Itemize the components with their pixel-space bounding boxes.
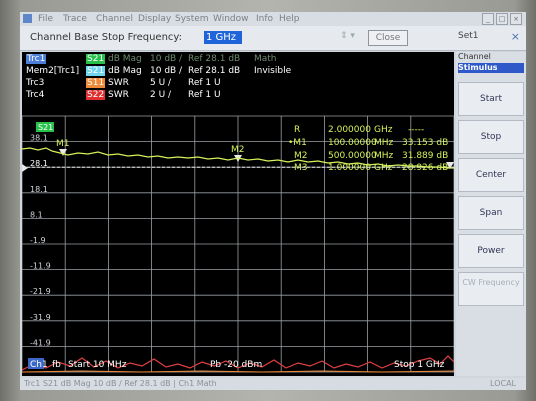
app-icon	[23, 14, 32, 23]
plot-grid[interactable]: 38.128.118.18.1-1.9-11.9-21.9-31.9-41.9 …	[22, 52, 454, 376]
fb-label: fb	[52, 360, 61, 370]
power-softkey[interactable]: Power	[458, 234, 524, 268]
y-axis-label: 8.1	[30, 210, 43, 219]
marker-table-header-freq: 2.000000	[328, 125, 371, 135]
span-softkey[interactable]: Span	[458, 196, 524, 230]
stop-softkey[interactable]: Stop	[458, 120, 524, 154]
menu-item-window[interactable]: Window	[213, 14, 249, 24]
menu-item-file[interactable]: File	[38, 14, 53, 24]
menu-item-display[interactable]: Display	[138, 14, 171, 24]
y-axis-labels: 38.1 28.1 18.1 8.1 -1.9 -11.9 -21.9 -31.9 -41.9	[30, 134, 51, 348]
marker-row-m2-freq: 500.00000	[328, 151, 377, 161]
maximize-icon[interactable]: □	[496, 13, 508, 25]
marker-row-m2-name: M2	[294, 151, 308, 161]
marker-row-m1-name: •M1	[288, 138, 307, 148]
source-power[interactable]: Pb -20 dBm	[210, 360, 262, 370]
trace-tag: S21	[38, 123, 53, 132]
start-softkey[interactable]: Start	[458, 82, 524, 116]
marker-table-header-value: -----	[408, 125, 424, 135]
y-axis-label: -21.9	[30, 287, 51, 296]
marker-table-header-unit: GHz	[374, 125, 393, 135]
y-axis-label: -11.9	[30, 262, 51, 271]
menu-item-help[interactable]: Help	[279, 14, 300, 24]
menu-bar: File Trace Channel Display System Window…	[20, 12, 526, 26]
menu-item-trace[interactable]: Trace	[63, 14, 87, 24]
marker-row-m3-value: 28.926 dB	[402, 163, 448, 173]
status-bar: Trc1 S21 dB Mag 10 dB / Ref 28.1 dB | Ch…	[20, 378, 526, 390]
channel-label: Ch1	[30, 360, 48, 370]
marker-table[interactable]: R 2.000000 GHz ----- •M1 100.00000 MHz 3…	[288, 125, 448, 173]
softkey-menu-subtitle[interactable]: Stimulus	[458, 63, 524, 73]
status-left: Trc1 S21 dB Mag 10 dB / Ref 28.1 dB | Ch…	[24, 379, 217, 388]
spin-arrows-icon[interactable]: ⇕ ▾	[340, 31, 355, 41]
marker-row-m2-value: 31.889 dB	[402, 151, 448, 161]
trace-display[interactable]: Trc1 S21 dB Mag 10 dB / Ref 28.1 dB Math…	[22, 52, 454, 376]
input-toolbar: Channel Base Stop Frequency: 1 GHz ⇕ ▾ C…	[20, 26, 526, 51]
marker-row-m3-freq: 1.000000	[328, 163, 371, 173]
stop-frequency[interactable]: Stop 1 GHz	[394, 360, 445, 370]
stop-frequency-input[interactable]: 1 GHz	[204, 31, 242, 44]
cw-frequency-softkey[interactable]: CW Frequency	[458, 272, 524, 306]
marker-row-m3-name: M3	[294, 163, 308, 173]
y-axis-label: -1.9	[30, 236, 46, 245]
close-window-icon[interactable]: ×	[510, 13, 522, 25]
y-axis-label: 18.1	[30, 185, 48, 194]
input-label: Channel Base Stop Frequency:	[30, 32, 182, 43]
marker-row-m1-freq: 100.00000	[328, 138, 377, 148]
close-dialog-icon[interactable]: ×	[511, 30, 520, 43]
y-axis-label: -41.9	[30, 338, 51, 347]
marker-row-m1-value: 33.153 dB	[402, 138, 448, 148]
y-axis-label: -31.9	[30, 313, 51, 322]
start-frequency[interactable]: Start 10 MHz	[68, 360, 127, 370]
window-controls: _ □ ×	[482, 13, 522, 25]
marker-row-m1-unit: MHz	[374, 138, 394, 148]
marker-row-m2-unit: MHz	[374, 151, 394, 161]
minimize-icon[interactable]: _	[482, 13, 494, 25]
close-button[interactable]: Close	[368, 30, 408, 46]
status-right: LOCAL	[490, 379, 516, 388]
y-axis-label: 38.1	[30, 134, 48, 143]
center-softkey[interactable]: Center	[458, 158, 524, 192]
marker-m2-label: M2	[231, 145, 245, 155]
menu-item-channel[interactable]: Channel	[96, 14, 133, 24]
y-axis-label: 28.1	[30, 159, 48, 168]
reference-arrow-icon	[22, 164, 28, 172]
marker-m1-label: M1	[56, 139, 70, 149]
analyzer-screen: File Trace Channel Display System Window…	[20, 12, 526, 390]
menu-item-system[interactable]: System	[175, 14, 209, 24]
softkey-menu-title: Channel	[458, 52, 491, 61]
marker-table-header-name: R	[294, 125, 300, 135]
menu-item-info[interactable]: Info	[256, 14, 273, 24]
setup-label: Set1	[458, 31, 479, 41]
marker-row-m3-unit: GHz	[374, 163, 393, 173]
softkey-panel: Channel Stimulus Start Stop Center Span …	[456, 52, 526, 376]
